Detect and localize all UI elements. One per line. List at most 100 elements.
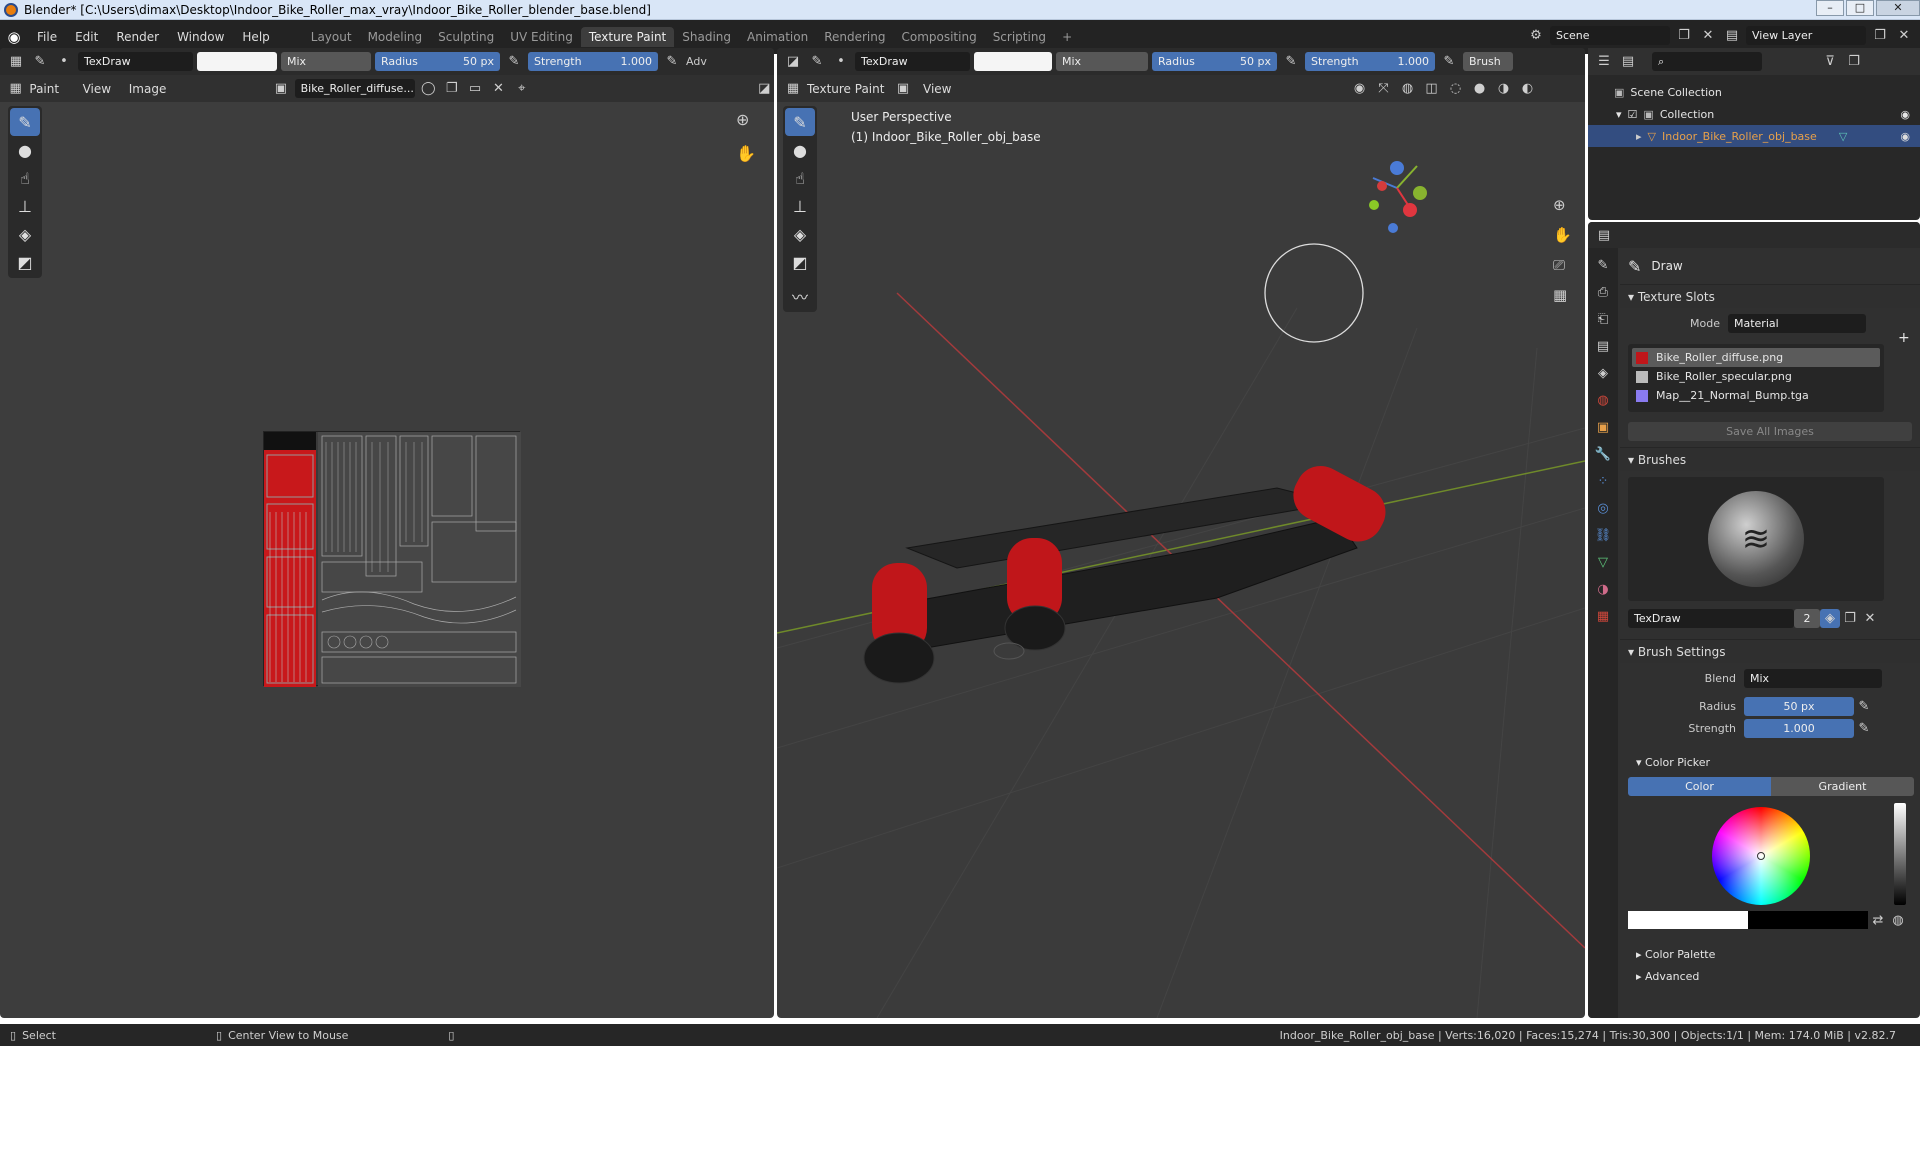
output-tab-icon[interactable]: ⎗	[1593, 310, 1613, 329]
tab-uv-editing[interactable]: UV Editing	[502, 27, 581, 47]
primary-color-swatch[interactable]	[1628, 911, 1748, 929]
settings-strength-slider[interactable]: 1.000	[1744, 718, 1854, 738]
vp-smear-tool-icon[interactable]: ☝	[785, 164, 815, 192]
outliner-editor-type-icon[interactable]: ☰	[1594, 52, 1614, 71]
vp-annotate-tool-icon[interactable]: 〰	[785, 282, 815, 310]
soften-tool-icon[interactable]: ●	[10, 136, 40, 164]
swap-colors-icon[interactable]: ⇄	[1868, 911, 1888, 930]
settings-radius-slider[interactable]: 50 px	[1744, 696, 1854, 716]
color-pressure-icon[interactable]: ◍	[1888, 911, 1908, 930]
image-menu[interactable]: Image	[129, 82, 167, 96]
constraints-tab-icon[interactable]: ⛓	[1593, 526, 1613, 545]
zoom-icon[interactable]: ⊕	[736, 110, 749, 129]
menu-render[interactable]: Render	[107, 30, 168, 44]
brush-datablock-name[interactable]: TexDraw	[1628, 608, 1794, 628]
tab-modeling[interactable]: Modeling	[360, 27, 431, 47]
vp-ortho-grid-icon[interactable]: ▦	[1553, 286, 1567, 304]
scene-icon[interactable]: ⚙	[1526, 26, 1546, 45]
3d-viewport[interactable]: ◪ ✎ • TexDraw Mix Radius 50 px ✎ Strength…	[777, 48, 1585, 1018]
minimize-button[interactable]: –	[1816, 0, 1844, 16]
view-layer-field[interactable]: View Layer	[1746, 26, 1866, 45]
color-palette-subpanel-header[interactable]: ▸ Color Palette	[1620, 943, 1920, 965]
view-layer-icon[interactable]: ▤	[1722, 26, 1742, 45]
brush-settings-panel-header[interactable]: ▾ Brush Settings	[1620, 639, 1920, 663]
expand-object-icon[interactable]: ▸	[1636, 130, 1642, 143]
mode-dropdown[interactable]: Material	[1728, 313, 1866, 333]
scene-field[interactable]: Scene	[1550, 26, 1670, 45]
gradient-tab[interactable]: Gradient	[1771, 776, 1914, 796]
view-layer-tab-icon[interactable]: ▤	[1593, 337, 1613, 356]
tab-layout[interactable]: Layout	[303, 27, 360, 47]
tab-animation[interactable]: Animation	[739, 27, 816, 47]
collection-visibility-icon[interactable]: ◉	[1900, 108, 1910, 121]
vp-pan-icon[interactable]: ✋	[1553, 226, 1572, 244]
scene-remove-icon[interactable]: ✕	[1698, 26, 1718, 45]
brush-unlink-icon[interactable]: ✕	[1860, 609, 1880, 628]
strength-pressure-icon[interactable]: ✎	[662, 52, 682, 71]
blend-dropdown[interactable]: Mix	[281, 52, 371, 71]
outliner-display-mode-icon[interactable]: ▤	[1618, 52, 1638, 71]
settings-radius-pressure-icon[interactable]: ✎	[1854, 697, 1874, 716]
object-tab-icon[interactable]: ▣	[1593, 418, 1613, 437]
value-slider[interactable]	[1894, 803, 1906, 905]
tab-sculpting[interactable]: Sculpting	[430, 27, 502, 47]
vp-clone-tool-icon[interactable]: ⊥	[785, 192, 815, 220]
tab-compositing[interactable]: Compositing	[893, 27, 984, 47]
tab-scripting[interactable]: Scripting	[985, 27, 1054, 47]
clone-tool-icon[interactable]: ⊥	[10, 192, 40, 220]
mask-tool-icon[interactable]: ◩	[10, 248, 40, 276]
brush-fake-user-icon[interactable]: ◈	[1820, 608, 1840, 628]
vp-zoom-icon[interactable]: ⊕	[1553, 196, 1566, 214]
vp-mask-tool-icon[interactable]: ◩	[785, 248, 815, 276]
blender-menu-icon[interactable]: ◉	[0, 28, 28, 46]
brush-preview[interactable]: ≋	[1628, 477, 1884, 601]
smear-tool-icon[interactable]: ☝	[10, 164, 40, 192]
menu-help[interactable]: Help	[233, 30, 278, 44]
open-image-icon[interactable]: ▭	[465, 79, 484, 98]
add-workspace-icon[interactable]: +	[1054, 27, 1080, 47]
image-browse-icon[interactable]: ▣	[271, 79, 290, 98]
add-texture-slot-icon[interactable]: +	[1898, 330, 1910, 346]
collection-checkbox-icon[interactable]: ☑	[1628, 108, 1638, 121]
radius-pressure-icon[interactable]: ✎	[504, 52, 524, 71]
menu-edit[interactable]: Edit	[66, 30, 107, 44]
menu-window[interactable]: Window	[168, 30, 233, 44]
save-all-images-button[interactable]: Save All Images	[1628, 422, 1912, 441]
draw-tool-icon[interactable]: ✎	[10, 108, 40, 136]
tool-tab-icon[interactable]: ✎	[1593, 256, 1613, 275]
pin-icon[interactable]: ⌖	[512, 79, 531, 98]
outliner-filter-icon[interactable]: ⊽	[1820, 52, 1840, 71]
texture-slot-item[interactable]: Bike_Roller_specular.png	[1632, 367, 1880, 386]
brush-name-field[interactable]: TexDraw	[78, 52, 193, 71]
display-channels-icon[interactable]: ◪	[755, 79, 774, 98]
particles-tab-icon[interactable]: ⁘	[1593, 472, 1613, 491]
paint-mode-dropdown[interactable]: Paint	[29, 82, 59, 96]
strength-slider[interactable]: Strength 1.000	[528, 52, 658, 71]
fake-user-icon[interactable]: ◯	[419, 79, 438, 98]
advanced-subpanel-header[interactable]: ▸ Advanced	[1620, 965, 1920, 987]
settings-strength-pressure-icon[interactable]: ✎	[1854, 719, 1874, 738]
vp-fill-tool-icon[interactable]: ◈	[785, 220, 815, 248]
view-layer-new-icon[interactable]: ❐	[1870, 26, 1890, 45]
world-tab-icon[interactable]: ◍	[1593, 391, 1613, 410]
secondary-color-swatch[interactable]	[1748, 911, 1868, 929]
outliner-collection[interactable]: ▾ ☑ ▣ Collection ◉	[1588, 103, 1920, 125]
view-layer-remove-icon[interactable]: ✕	[1894, 26, 1914, 45]
radius-slider[interactable]: Radius 50 px	[375, 52, 500, 71]
vp-soften-tool-icon[interactable]: ●	[785, 136, 815, 164]
tab-shading[interactable]: Shading	[674, 27, 739, 47]
color-wheel-cursor[interactable]	[1757, 852, 1765, 860]
modifier-tab-icon[interactable]: 🔧	[1593, 445, 1613, 464]
texture-slots-panel-header[interactable]: ▾ Texture Slots	[1620, 284, 1920, 308]
editor-type-icon[interactable]: ▦	[6, 52, 26, 71]
scene-tab-icon[interactable]: ◈	[1593, 364, 1613, 383]
color-picker-subpanel-header[interactable]: ▾ Color Picker	[1620, 751, 1920, 773]
brush-color-swatch[interactable]	[197, 52, 277, 71]
view-menu[interactable]: View	[83, 82, 111, 96]
outliner-new-collection-icon[interactable]: ❐	[1844, 52, 1864, 71]
settings-blend-dropdown[interactable]: Mix	[1744, 668, 1882, 688]
outliner-scene-collection[interactable]: ▣ Scene Collection	[1588, 81, 1920, 103]
object-visibility-icon[interactable]: ◉	[1900, 130, 1910, 143]
menu-file[interactable]: File	[28, 30, 66, 44]
outliner-object-row[interactable]: ▸ ▽ Indoor_Bike_Roller_obj_base ▽ ◉	[1588, 125, 1920, 147]
